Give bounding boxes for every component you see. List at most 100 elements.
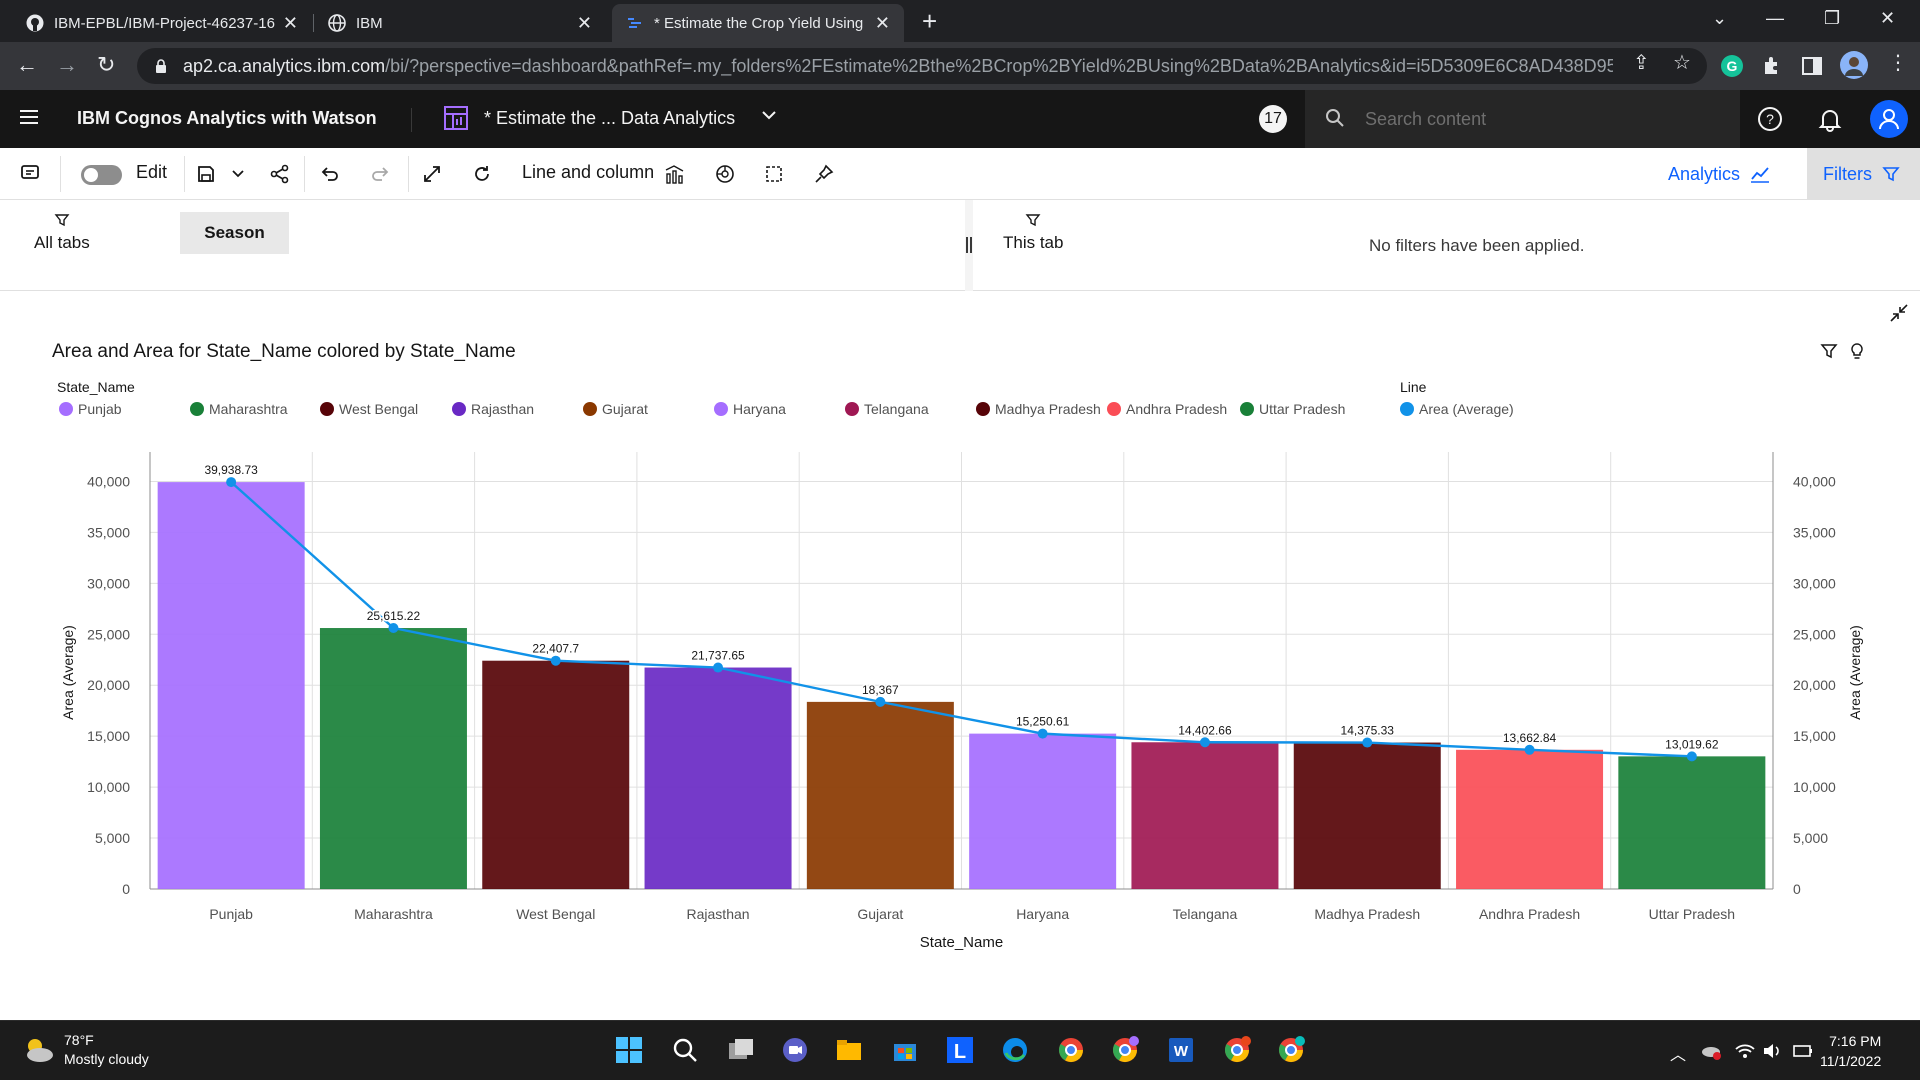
dashboard-title[interactable]: * Estimate the ... Data Analytics [484, 108, 735, 129]
legend-item-punjab[interactable]: Punjab [59, 401, 122, 417]
user-avatar-button[interactable] [1870, 100, 1908, 138]
bar-rajasthan[interactable] [644, 667, 792, 889]
drag-handle-icon[interactable] [966, 237, 972, 253]
l-app-icon[interactable]: L [945, 1035, 975, 1065]
legend-item-gujarat[interactable]: Gujarat [583, 401, 648, 417]
legend-item-haryana[interactable]: Haryana [714, 401, 786, 417]
address-bar[interactable]: ap2.ca.analytics.ibm.com/bi/?perspective… [137, 48, 1707, 84]
undo-icon[interactable] [320, 164, 340, 184]
onedrive-icon[interactable] [1700, 1041, 1722, 1061]
bar-telangana[interactable] [1131, 742, 1279, 889]
browser-tab-github[interactable]: IBM-EPBL/IBM-Project-46237-16 ✕ [12, 4, 312, 42]
show-hidden-icons-chevron[interactable]: ︿ [1670, 1041, 1686, 1065]
bell-icon[interactable] [1817, 106, 1843, 132]
weather-widget[interactable]: 78°F Mostly cloudy [22, 1031, 149, 1069]
comment-icon[interactable] [20, 164, 40, 184]
close-tab-icon[interactable]: ✕ [283, 13, 298, 34]
line-point[interactable] [713, 662, 724, 673]
tab-search-chevron-icon[interactable]: ⌄ [1712, 8, 1727, 29]
line-point[interactable] [388, 623, 399, 634]
back-icon[interactable]: ← [16, 52, 38, 78]
line-point[interactable] [1686, 751, 1697, 762]
focus-select-icon[interactable] [764, 164, 784, 184]
legend-item-maharashtra[interactable]: Maharashtra [190, 401, 288, 417]
analytics-button[interactable]: Analytics [1668, 148, 1770, 200]
bar-andhra-pradesh[interactable] [1456, 749, 1604, 889]
microsoft-store-icon[interactable] [890, 1035, 920, 1065]
browser-tab-ibm[interactable]: IBM ✕ [314, 4, 606, 42]
all-tabs-filter-zone[interactable]: All tabs [34, 212, 90, 253]
legend-item-uttar-pradesh[interactable]: Uttar Pradesh [1240, 401, 1345, 417]
line-and-column-chart[interactable]: 0 0 5,000 5,000 10,000 10,000 15,000 15,000 20,0… [0, 440, 1920, 960]
this-tab-filter-zone[interactable]: This tab [1003, 212, 1063, 253]
help-icon[interactable]: ? [1757, 106, 1783, 132]
file-explorer-icon[interactable] [834, 1035, 864, 1065]
windows-start-icon[interactable] [614, 1035, 644, 1065]
grammarly-icon[interactable]: G [1720, 54, 1744, 78]
refresh-icon[interactable] [472, 164, 492, 184]
side-panel-icon[interactable] [1800, 54, 1824, 78]
widget-filter-icon[interactable] [1820, 342, 1838, 360]
line-point[interactable] [875, 696, 886, 707]
reload-icon[interactable]: ↻ [97, 52, 115, 78]
edge-browser-icon[interactable] [1000, 1035, 1030, 1065]
taskbar-search-icon[interactable] [670, 1035, 700, 1065]
bar-maharashtra[interactable] [319, 628, 467, 889]
profile-avatar[interactable] [1840, 51, 1868, 79]
minimize-icon[interactable]: — [1766, 8, 1784, 29]
restore-icon[interactable]: ❐ [1824, 8, 1840, 29]
visualization-type-label[interactable]: Line and column [522, 162, 654, 183]
bookmark-star-icon[interactable]: ☆ [1673, 50, 1691, 75]
volume-icon[interactable] [1762, 1041, 1784, 1061]
chrome-profile-a-icon[interactable] [1110, 1035, 1140, 1065]
search-input[interactable] [1365, 104, 1725, 134]
share-icon[interactable] [270, 164, 290, 184]
chevron-down-icon[interactable] [760, 106, 778, 124]
save-icon[interactable] [196, 164, 216, 184]
legend-item-line[interactable]: Area (Average) [1400, 401, 1514, 417]
browser-tab-cognos[interactable]: * Estimate the Crop Yield Using D ✕ [612, 4, 904, 42]
collapse-icon[interactable] [1888, 302, 1910, 324]
task-view-icon[interactable] [726, 1035, 756, 1065]
wifi-icon[interactable] [1734, 1041, 1756, 1061]
close-tab-icon[interactable]: ✕ [875, 13, 890, 34]
browser-menu-icon[interactable]: ⋮ [1888, 50, 1908, 75]
search-content-box[interactable] [1305, 90, 1740, 148]
forward-icon[interactable]: → [56, 52, 78, 78]
menu-icon[interactable] [20, 110, 38, 124]
chrome-profile-b-icon[interactable] [1222, 1035, 1252, 1065]
bar-uttar-pradesh[interactable] [1618, 756, 1766, 889]
new-tab-button[interactable]: + [922, 8, 937, 34]
season-filter-chip[interactable]: Season [180, 212, 289, 254]
legend-item-west-bengal[interactable]: West Bengal [320, 401, 418, 417]
line-point[interactable] [1362, 737, 1373, 748]
bar-haryana[interactable] [969, 733, 1117, 889]
bar-west-bengal[interactable] [482, 660, 630, 889]
bar-gujarat[interactable] [806, 701, 954, 889]
edit-mode-toggle[interactable] [81, 165, 122, 185]
line-point[interactable] [1037, 728, 1048, 739]
palette-icon[interactable] [714, 163, 736, 185]
system-clock[interactable]: 7:16 PM 11/1/2022 [1820, 1031, 1881, 1071]
teams-chat-icon[interactable] [780, 1035, 810, 1065]
insights-bulb-icon[interactable] [1848, 342, 1866, 360]
redo-icon[interactable] [370, 164, 390, 184]
line-point[interactable] [226, 477, 237, 488]
legend-item-madhya-pradesh[interactable]: Madhya Pradesh [976, 401, 1101, 417]
close-tab-icon[interactable]: ✕ [577, 13, 592, 34]
legend-item-andhra-pradesh[interactable]: Andhra Pradesh [1107, 401, 1227, 417]
notification-count-badge[interactable]: 17 [1259, 105, 1287, 133]
expand-icon[interactable] [422, 164, 442, 184]
share-icon[interactable]: ⇪ [1633, 50, 1650, 75]
chrome-icon[interactable] [1056, 1035, 1086, 1065]
line-point[interactable] [1199, 737, 1210, 748]
bar-madhya-pradesh[interactable] [1293, 742, 1441, 889]
filters-button[interactable]: Filters [1807, 148, 1920, 200]
chrome-profile-c-icon[interactable] [1276, 1035, 1306, 1065]
chevron-down-icon[interactable] [230, 166, 246, 182]
legend-item-rajasthan[interactable]: Rajasthan [452, 401, 534, 417]
word-icon[interactable]: W [1166, 1035, 1196, 1065]
close-window-icon[interactable]: ✕ [1880, 8, 1895, 29]
line-point[interactable] [550, 655, 561, 666]
bar-punjab[interactable] [157, 482, 305, 889]
